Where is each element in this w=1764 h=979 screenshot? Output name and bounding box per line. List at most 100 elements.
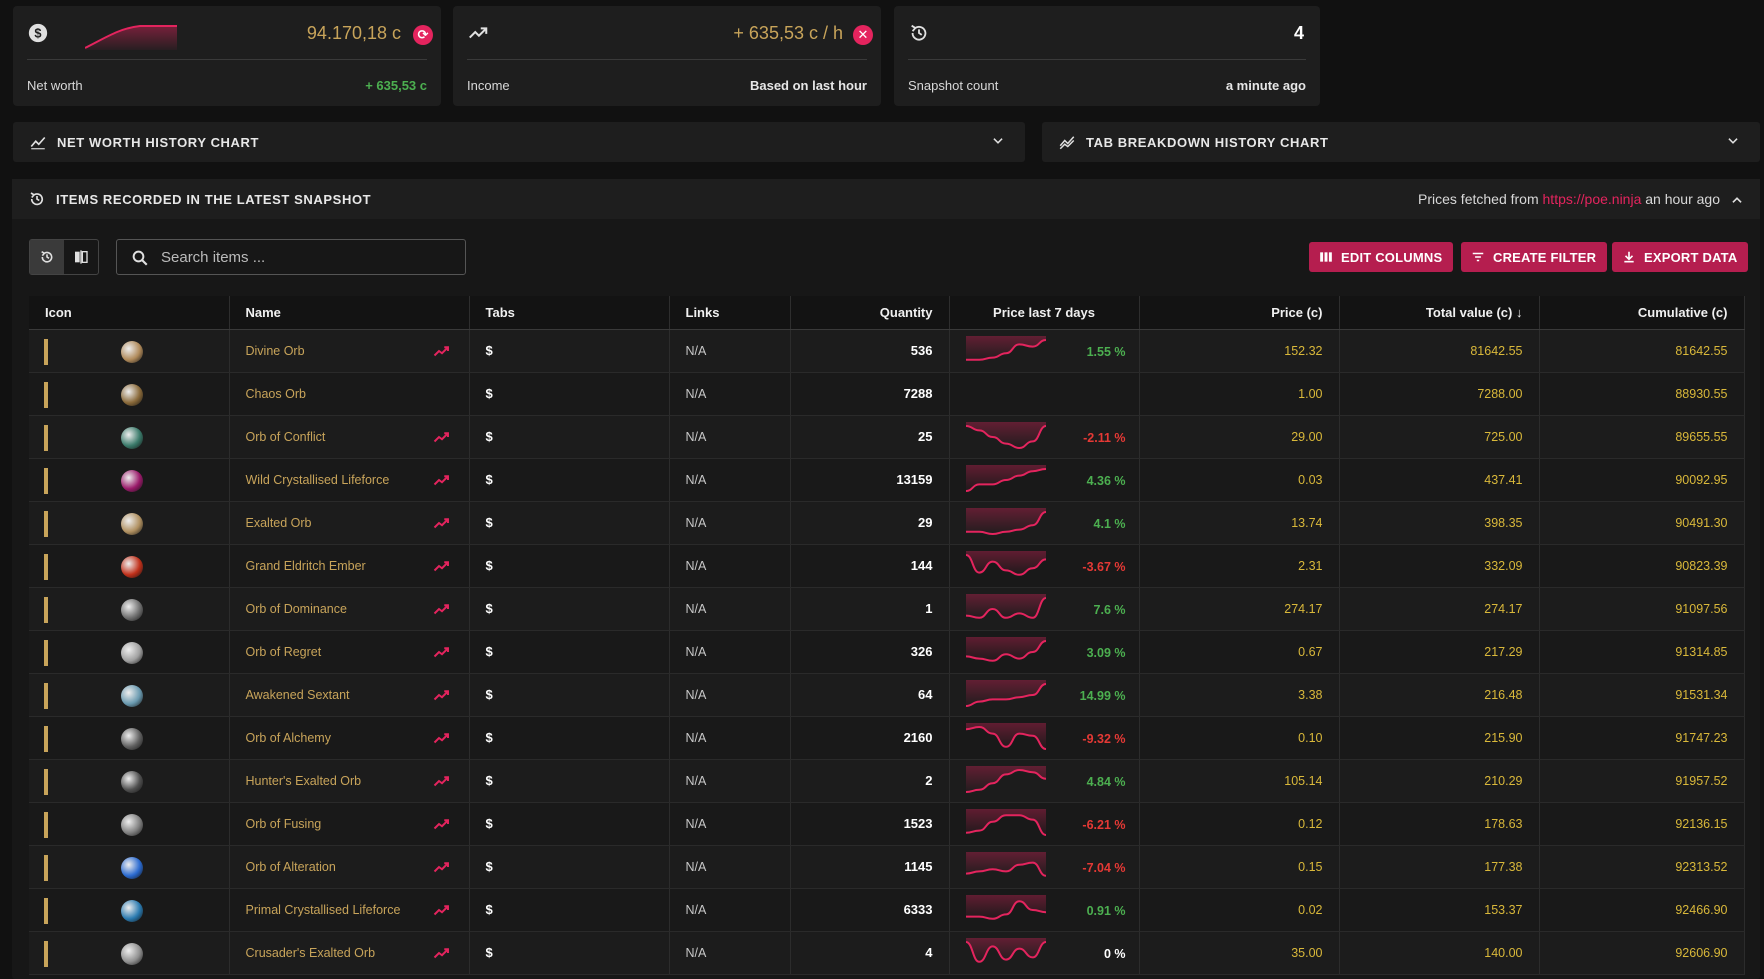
column-header-icon[interactable]: Icon <box>29 296 230 330</box>
trend-icon[interactable] <box>433 344 451 358</box>
net-worth-label: Net worth <box>27 78 83 93</box>
item-price: 0.10 <box>1139 716 1340 760</box>
item-total-value: 398.35 <box>1339 501 1540 545</box>
create-filter-button[interactable]: CREATE FILTER <box>1461 242 1608 272</box>
chevron-up-icon[interactable] <box>1730 193 1744 207</box>
item-name-cell: Grand Eldritch Ember <box>229 544 470 588</box>
tab-breakdown-history-panel[interactable]: TAB BREAKDOWN HISTORY CHART <box>1042 122 1760 162</box>
column-header-quantity[interactable]: Quantity <box>790 296 950 330</box>
item-name: Orb of Fusing <box>245 816 322 831</box>
item-links: N/A <box>669 888 791 932</box>
net-worth-change: + 635,53 c <box>365 78 427 93</box>
item-icon-cell <box>29 759 230 803</box>
column-header-tabs[interactable]: Tabs <box>469 296 670 330</box>
chevron-down-icon[interactable] <box>991 134 1005 148</box>
compare-toggle[interactable] <box>64 240 98 274</box>
trend-icon[interactable] <box>433 516 451 530</box>
table-row[interactable]: Exalted Orb $ N/A 29 4.1 % 13.74 398.35 90491.3… <box>29 501 1745 545</box>
table-row[interactable]: Hunter's Exalted Orb $ N/A 2 4.84 % 105.14 210… <box>29 759 1745 803</box>
income-note: Based on last hour <box>749 78 867 93</box>
table-row[interactable]: Grand Eldritch Ember $ N/A 144 -3.67 % 2.31 33… <box>29 544 1745 588</box>
poe-ninja-link[interactable]: https://poe.ninja <box>1543 191 1642 207</box>
income-label: Income <box>467 78 510 93</box>
items-section-header[interactable]: ITEMS RECORDED IN THE LATEST SNAPSHOT Pr… <box>12 179 1760 219</box>
trend-icon[interactable] <box>433 559 451 573</box>
price-sparkline <box>965 808 1046 836</box>
row-marker <box>44 424 48 451</box>
column-header-price-7-days[interactable]: Price last 7 days <box>949 296 1140 330</box>
item-icon-cell <box>29 845 230 889</box>
column-header-total-value[interactable]: Total value (c) ↓ <box>1339 296 1540 330</box>
item-links: N/A <box>669 845 791 889</box>
item-links: N/A <box>669 759 791 803</box>
item-icon-cell <box>29 802 230 846</box>
net-worth-card: $ 94.170,18 c ⟳ Net worth + 635,53 c <box>13 6 441 106</box>
export-data-button[interactable]: EXPORT DATA <box>1612 242 1749 272</box>
item-tabs: $ <box>469 501 670 545</box>
item-links: N/A <box>669 716 791 760</box>
trend-icon[interactable] <box>433 731 451 745</box>
trend-icon[interactable] <box>433 946 451 960</box>
trend-icon[interactable] <box>433 430 451 444</box>
column-header-name[interactable]: Name <box>229 296 470 330</box>
net-worth-history-panel[interactable]: NET WORTH HISTORY CHART <box>13 122 1025 162</box>
latest-snapshot-toggle[interactable] <box>30 240 64 274</box>
row-marker <box>44 682 48 709</box>
table-row[interactable]: Wild Crystallised Lifeforce $ N/A 13159 4.36… <box>29 458 1745 502</box>
item-cumulative: 92466.90 <box>1539 888 1745 932</box>
table-row[interactable]: Chaos Orb $ N/A 7288 1.00 7288.00 88930.55 <box>29 372 1745 416</box>
row-marker <box>44 768 48 795</box>
item-icon <box>121 899 143 922</box>
edit-columns-button[interactable]: EDIT COLUMNS <box>1309 242 1454 272</box>
item-icon-cell <box>29 587 230 631</box>
table-row[interactable]: Orb of Alchemy $ N/A 2160 -9.32 % 0.10 215.90 9… <box>29 716 1745 760</box>
item-price-trend: 1.55 % <box>949 329 1140 373</box>
sparkline-area <box>965 507 1046 534</box>
trend-icon[interactable] <box>433 817 451 831</box>
column-header-links[interactable]: Links <box>669 296 791 330</box>
price-sparkline <box>965 507 1046 535</box>
trend-icon[interactable] <box>433 903 451 917</box>
item-total-value: 215.90 <box>1339 716 1540 760</box>
item-name-cell: Orb of Alchemy <box>229 716 470 760</box>
table-row[interactable]: Orb of Conflict $ N/A 25 -2.11 % 29.00 725.00 8… <box>29 415 1745 459</box>
trend-icon[interactable] <box>433 602 451 616</box>
table-row[interactable]: Orb of Dominance $ N/A 1 7.6 % 274.17 274.17 91… <box>29 587 1745 631</box>
chevron-down-icon[interactable] <box>1726 134 1740 148</box>
row-marker <box>44 897 48 924</box>
item-icon-cell <box>29 630 230 674</box>
trend-icon[interactable] <box>433 774 451 788</box>
item-icon <box>121 340 143 363</box>
column-header-cumulative[interactable]: Cumulative (c) <box>1539 296 1745 330</box>
trend-icon[interactable] <box>433 645 451 659</box>
item-name-cell: Orb of Alteration <box>229 845 470 889</box>
item-links: N/A <box>669 587 791 631</box>
trend-icon[interactable] <box>433 473 451 487</box>
item-price-trend: -9.32 % <box>949 716 1140 760</box>
item-tabs: $ <box>469 415 670 459</box>
item-cumulative: 90491.30 <box>1539 501 1745 545</box>
trend-icon[interactable] <box>433 688 451 702</box>
column-header-price[interactable]: Price (c) <box>1139 296 1340 330</box>
item-cumulative: 92136.15 <box>1539 802 1745 846</box>
item-tabs: $ <box>469 329 670 373</box>
refresh-icon[interactable]: ⟳ <box>413 25 433 45</box>
item-links: N/A <box>669 415 791 459</box>
item-quantity: 13159 <box>790 458 950 502</box>
table-row[interactable]: Divine Orb $ N/A 536 1.55 % 152.32 81642.55 816… <box>29 329 1745 373</box>
trend-icon[interactable] <box>433 860 451 874</box>
snapshot-label: Snapshot count <box>908 78 999 93</box>
table-row[interactable]: Primal Crystallised Lifeforce $ N/A 6333 0.9… <box>29 888 1745 932</box>
item-price: 3.38 <box>1139 673 1340 717</box>
search-input[interactable] <box>161 240 451 274</box>
table-row[interactable]: Orb of Fusing $ N/A 1523 -6.21 % 0.12 178.63 92… <box>29 802 1745 846</box>
table-row[interactable]: Orb of Regret $ N/A 326 3.09 % 0.67 217.29 9131… <box>29 630 1745 674</box>
search-icon <box>132 250 148 266</box>
snapshot-card: 4 Snapshot count a minute ago <box>894 6 1320 106</box>
item-tabs: $ <box>469 544 670 588</box>
item-price-trend: 4.1 % <box>949 501 1140 545</box>
item-price-trend: 4.84 % <box>949 759 1140 803</box>
table-row[interactable]: Orb of Alteration $ N/A 1145 -7.04 % 0.15 177.… <box>29 845 1745 889</box>
close-icon[interactable]: ✕ <box>853 25 873 45</box>
table-row[interactable]: Awakened Sextant $ N/A 64 14.99 % 3.38 216.48 9… <box>29 673 1745 717</box>
